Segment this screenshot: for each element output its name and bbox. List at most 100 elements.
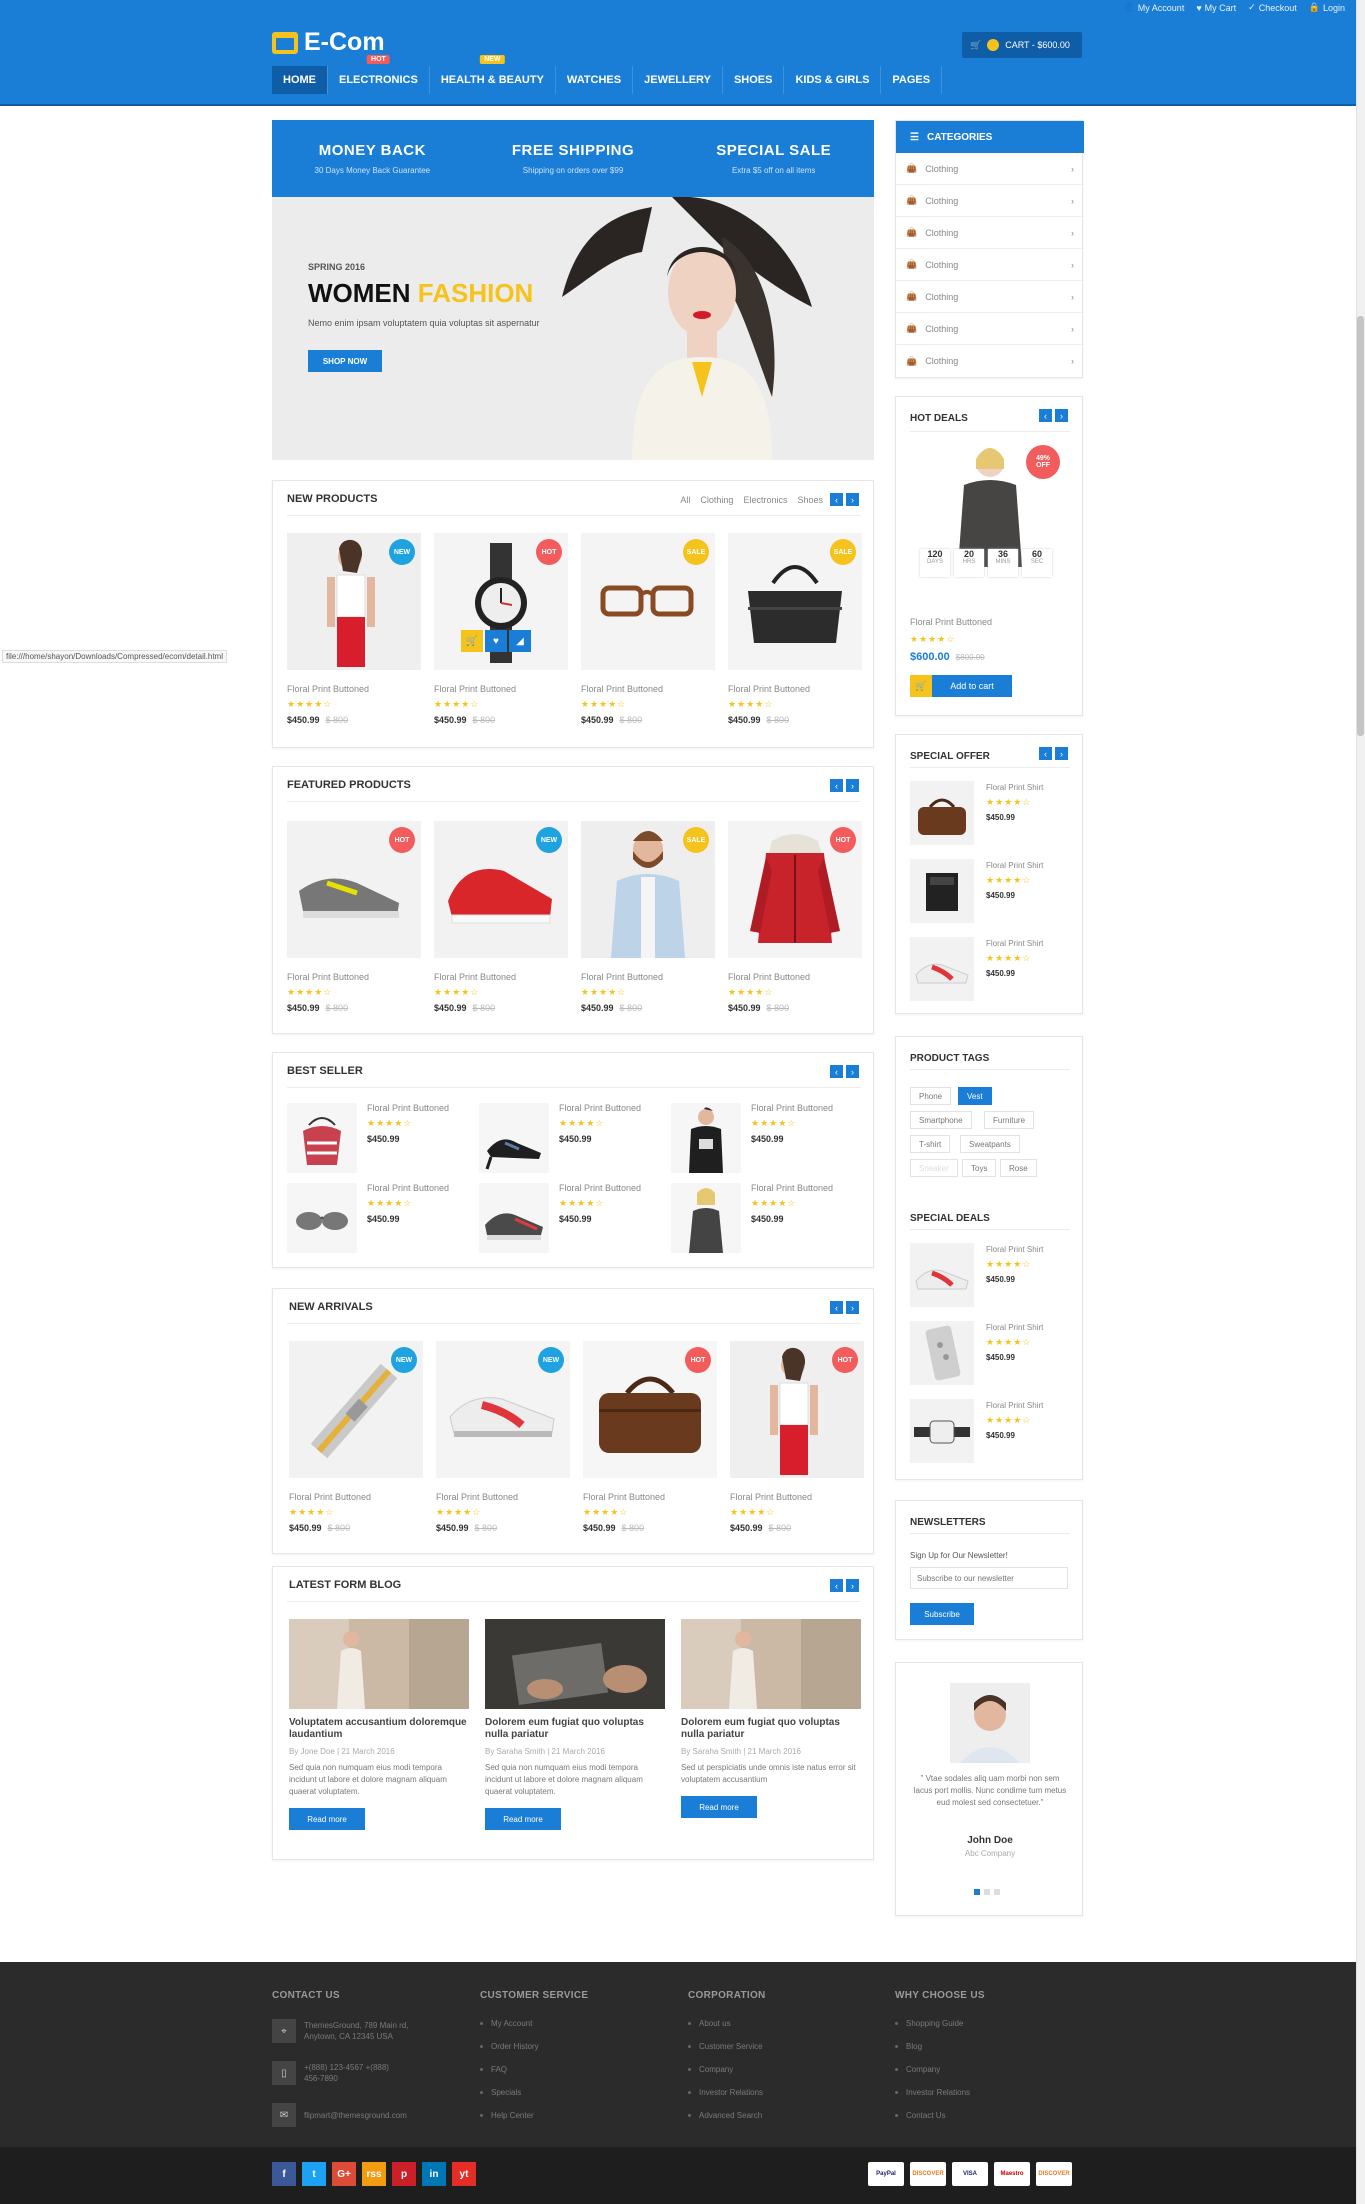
category-item[interactable]: 👜 Clothing › — [896, 249, 1084, 281]
tag-chip[interactable]: Sweatpants — [960, 1135, 1020, 1153]
best-seller-item[interactable]: Floral Print Buttoned ★★★★☆ $450.99 — [479, 1103, 659, 1181]
cart-button[interactable]: 🛒 CART - $600.00 — [962, 32, 1082, 58]
footer-link[interactable]: My Account — [480, 2019, 588, 2028]
carousel-dots[interactable] — [974, 1889, 1000, 1895]
prev-arrow-icon[interactable]: ‹ — [830, 779, 843, 792]
prev-arrow-icon[interactable]: ‹ — [830, 1301, 843, 1314]
footer-link[interactable]: Customer Service — [688, 2042, 766, 2051]
category-item[interactable]: 👜 Clothing › — [896, 217, 1084, 249]
add-to-cart-button[interactable]: 🛒 Add to cart — [910, 675, 1012, 697]
next-arrow-icon[interactable]: › — [846, 779, 859, 792]
twitter-icon[interactable]: t — [302, 2162, 326, 2186]
read-more-button[interactable]: Read more — [681, 1796, 757, 1818]
deal-name[interactable]: Floral Print Buttoned — [910, 617, 992, 627]
footer-email[interactable]: flipmart@themesground.com — [304, 2111, 407, 2120]
category-item[interactable]: 👜 Clothing › — [896, 185, 1084, 217]
product-card[interactable]: SALE Floral Print Buttoned ★★★★☆ $450.99… — [581, 821, 715, 1013]
wishlist-icon[interactable]: ♥ — [485, 630, 507, 652]
best-seller-item[interactable]: Floral Print Buttoned ★★★★☆ $450.99 — [287, 1183, 467, 1261]
site-logo[interactable]: E-Com — [272, 28, 385, 57]
category-item[interactable]: 👜 Clothing › — [896, 345, 1084, 377]
newsletter-email-input[interactable] — [910, 1567, 1068, 1589]
footer-link[interactable]: Shopping Guide — [895, 2019, 985, 2028]
product-name[interactable]: Floral Print Buttoned — [436, 1492, 570, 1502]
shop-now-button[interactable]: SHOP NOW — [308, 350, 382, 372]
next-arrow-icon[interactable]: › — [846, 1301, 859, 1314]
rss-icon[interactable]: rss — [362, 2162, 386, 2186]
add-to-cart-icon[interactable]: 🛒 — [461, 630, 483, 652]
product-name[interactable]: Floral Print Buttoned — [581, 684, 715, 694]
prev-arrow-icon[interactable]: ‹ — [1039, 409, 1052, 422]
tag-chip[interactable]: Toys — [962, 1159, 997, 1177]
product-name[interactable]: Floral Print Buttoned — [583, 1492, 717, 1502]
nav-home[interactable]: HOME — [272, 66, 328, 94]
nav-kids-girls[interactable]: KIDS & GIRLS — [784, 66, 882, 94]
tab-shoes[interactable]: Shoes — [797, 495, 823, 505]
linkedin-icon[interactable]: in — [422, 2162, 446, 2186]
nav-shoes[interactable]: SHOES — [723, 66, 785, 94]
tab-clothing[interactable]: Clothing — [700, 495, 733, 505]
category-item[interactable]: 👜 Clothing › — [896, 153, 1084, 185]
deal-item[interactable]: Floral Print Shirt ★★★★☆ $450.99 — [910, 1243, 1080, 1313]
footer-link[interactable]: Specials — [480, 2088, 588, 2097]
product-name[interactable]: Floral Print Buttoned — [730, 1492, 864, 1502]
tag-chip[interactable]: T-shirt — [910, 1135, 951, 1153]
login-link[interactable]: 🔒 Login — [1309, 2, 1345, 13]
product-card[interactable]: HOT Floral Print Buttoned ★★★★☆ $450.99 $… — [730, 1341, 864, 1533]
blog-post-title[interactable]: Dolorem eum fugiat quo voluptas nulla pa… — [681, 1717, 861, 1741]
tab-electronics[interactable]: Electronics — [743, 495, 787, 505]
footer-link[interactable]: Advanced Search — [688, 2111, 766, 2120]
tag-chip[interactable]: Sneaker — [910, 1159, 958, 1177]
read-more-button[interactable]: Read more — [485, 1808, 561, 1830]
best-seller-item[interactable]: Floral Print Buttoned ★★★★☆ $450.99 — [671, 1103, 851, 1181]
facebook-icon[interactable]: f — [272, 2162, 296, 2186]
best-seller-item[interactable]: Floral Print Buttoned ★★★★☆ $450.99 — [671, 1183, 851, 1261]
read-more-button[interactable]: Read more — [289, 1808, 365, 1830]
footer-link[interactable]: Contact Us — [895, 2111, 985, 2120]
nav-jewellery[interactable]: JEWELLERY — [633, 66, 723, 94]
compare-icon[interactable]: ◢ — [509, 630, 531, 652]
next-arrow-icon[interactable]: › — [1055, 409, 1068, 422]
offer-item[interactable]: Floral Print Shirt ★★★★☆ $450.99 — [910, 781, 1080, 851]
tag-chip[interactable]: Phone — [910, 1087, 952, 1105]
product-name[interactable]: Floral Print Buttoned — [434, 972, 568, 982]
youtube-icon[interactable]: yt — [452, 2162, 476, 2186]
category-item[interactable]: 👜 Clothing › — [896, 313, 1084, 345]
tag-chip[interactable]: Smartphone — [910, 1111, 972, 1129]
product-card[interactable]: HOT 🛒 ♥ ◢ Floral Print Buttoned ★★★★☆ $450… — [434, 533, 568, 725]
product-name[interactable]: Floral Print Buttoned — [287, 972, 421, 982]
footer-link[interactable]: Investor Relations — [688, 2088, 766, 2097]
product-card[interactable]: SALE Floral Print Buttoned ★★★★☆ $450.99… — [728, 533, 862, 725]
footer-link[interactable]: Company — [688, 2065, 766, 2074]
nav-health-beauty[interactable]: NEW HEALTH & BEAUTY — [430, 55, 556, 94]
product-card[interactable]: NEW Floral Print Buttoned ★★★★☆ $450.99 $… — [436, 1341, 570, 1533]
scrollbar-thumb[interactable] — [1357, 316, 1364, 736]
next-arrow-icon[interactable]: › — [1055, 747, 1068, 760]
nav-pages[interactable]: PAGES — [881, 66, 943, 94]
subscribe-button[interactable]: Subscribe — [910, 1603, 974, 1625]
footer-link[interactable]: Blog — [895, 2042, 985, 2051]
pinterest-icon[interactable]: p — [392, 2162, 416, 2186]
product-card[interactable]: NEW Floral Print Buttoned ★★★★☆ $450.99 $… — [287, 533, 421, 725]
tag-chip[interactable]: Furniture — [984, 1111, 1035, 1129]
prev-arrow-icon[interactable]: ‹ — [1039, 747, 1052, 760]
next-arrow-icon[interactable]: › — [846, 1579, 859, 1592]
footer-link[interactable]: Investor Relations — [895, 2088, 985, 2097]
prev-arrow-icon[interactable]: ‹ — [830, 1065, 843, 1078]
deal-item[interactable]: Floral Print Shirt ★★★★☆ $450.99 — [910, 1399, 1080, 1469]
prev-arrow-icon[interactable]: ‹ — [830, 1579, 843, 1592]
footer-link[interactable]: Help Center — [480, 2111, 588, 2120]
nav-electronics[interactable]: HOT ELECTRONICS — [328, 55, 430, 94]
product-name[interactable]: Floral Print Buttoned — [581, 972, 715, 982]
product-card[interactable]: NEW Floral Print Buttoned ★★★★☆ $450.99 $… — [289, 1341, 423, 1533]
tag-chip[interactable]: Rose — [1000, 1159, 1037, 1177]
next-arrow-icon[interactable]: › — [846, 1065, 859, 1078]
product-card[interactable]: HOT Floral Print Buttoned ★★★★☆ $450.99 $… — [287, 821, 421, 1013]
product-card[interactable]: NEW Floral Print Buttoned ★★★★☆ $450.99 $… — [434, 821, 568, 1013]
footer-link[interactable]: Company — [895, 2065, 985, 2074]
category-item[interactable]: 👜 Clothing › — [896, 281, 1084, 313]
product-card[interactable]: SALE Floral Print Buttoned ★★★★☆ $450.99… — [581, 533, 715, 725]
product-name[interactable]: Floral Print Buttoned — [287, 684, 421, 694]
blog-post-title[interactable]: Voluptatem accusantium doloremque laudan… — [289, 1717, 469, 1741]
product-name[interactable]: Floral Print Buttoned — [289, 1492, 423, 1502]
